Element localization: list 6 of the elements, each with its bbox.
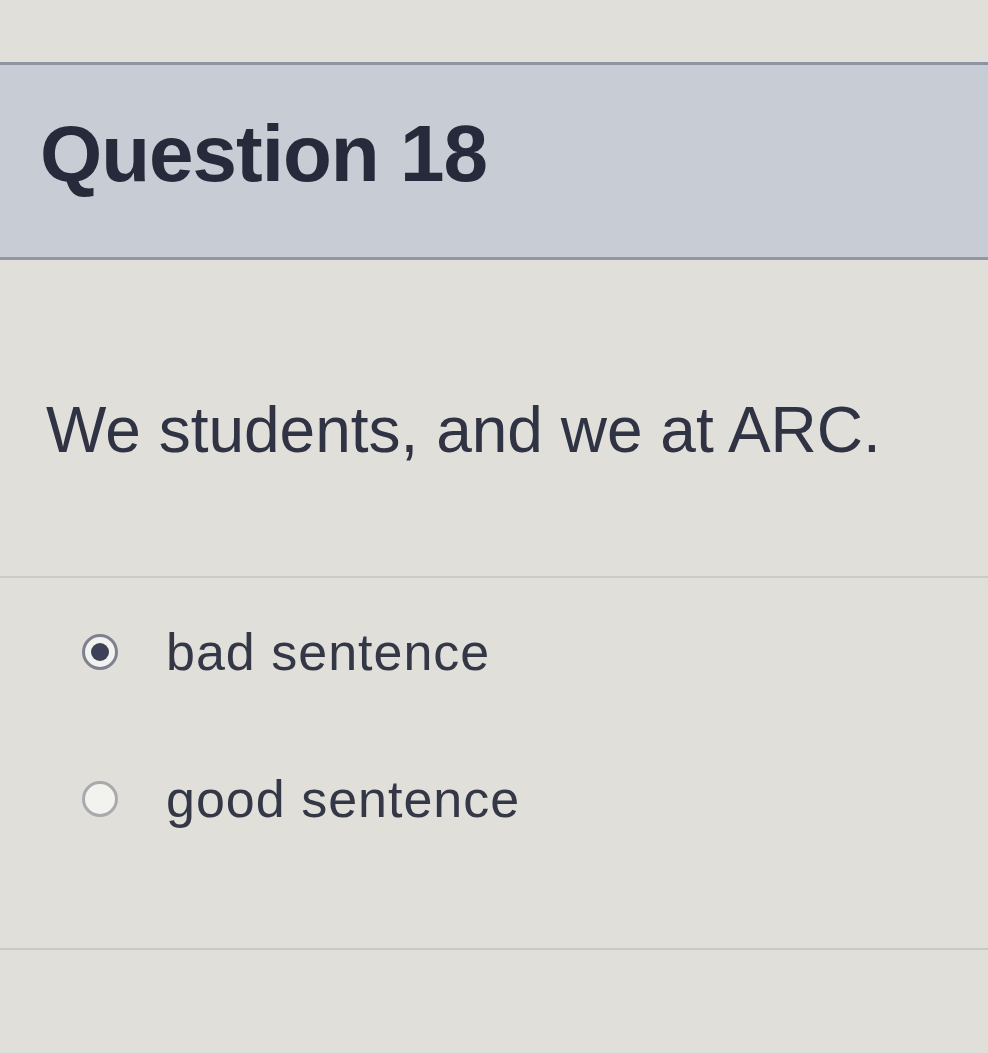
question-text: We students, and we at ARC. [46, 393, 881, 467]
answer-label[interactable]: good sentence [166, 768, 521, 829]
radio-button[interactable] [82, 780, 118, 817]
radio-button[interactable] [82, 633, 118, 670]
answer-label[interactable]: bad sentence [166, 621, 491, 682]
question-title: Question 18 [40, 108, 487, 200]
